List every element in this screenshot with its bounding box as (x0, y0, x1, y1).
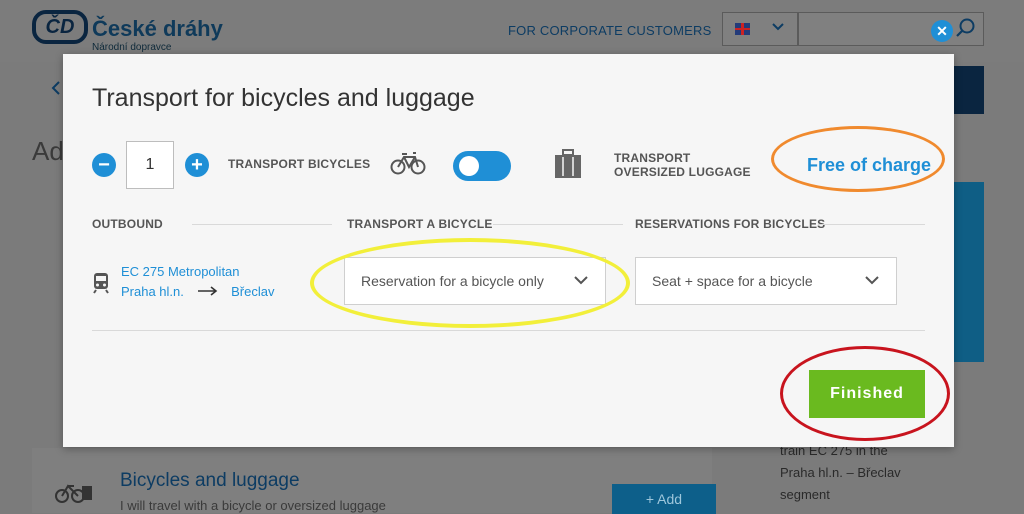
modal-title: Transport for bicycles and luggage (92, 84, 475, 112)
flag-uk-icon (735, 23, 750, 35)
card-title: Bicycles and luggage (120, 470, 300, 491)
side-info-line: Praha hl.n. – Břeclav (780, 465, 901, 480)
bicycle-quantity-input[interactable]: 1 (126, 141, 174, 189)
route-to: Břeclav (231, 284, 275, 299)
page-title: Ad (32, 136, 64, 166)
minus-icon[interactable]: − (92, 153, 116, 177)
transport-bicycles-label: TRANSPORT BICYCLES (228, 157, 371, 171)
brand-name: České dráhy (92, 16, 223, 41)
side-info-text: train EC 275 in the Praha hl.n. – Břecla… (738, 440, 978, 513)
logo-icon[interactable]: ČD (32, 10, 88, 44)
bicycle-luggage-icon (54, 478, 94, 511)
language-selector[interactable] (722, 12, 798, 46)
add-button[interactable]: + Add (612, 484, 716, 514)
luggage-icon (554, 149, 582, 184)
divider (92, 330, 925, 331)
route: Praha hl.n. Břeclav (121, 284, 274, 299)
brand-tagline: Národní dopravce (92, 42, 172, 53)
transport-bicycle-header: TRANSPORT A BICYCLE (347, 217, 493, 231)
train-icon (93, 272, 109, 299)
route-from: Praha hl.n. (121, 284, 184, 299)
reservation-select-value: Seat + space for a bicycle (652, 273, 813, 289)
annotation-orange-oval (771, 126, 945, 192)
chevron-down-icon (771, 20, 785, 38)
luggage-toggle[interactable] (453, 151, 511, 181)
corporate-customers-link[interactable]: FOR CORPORATE CUSTOMERS (508, 23, 711, 38)
divider (192, 224, 332, 225)
chevron-down-icon (864, 272, 880, 291)
card-subtitle: I will travel with a bicycle or oversize… (120, 498, 386, 513)
divider (493, 224, 623, 225)
reservation-select[interactable]: Seat + space for a bicycle (635, 257, 897, 305)
side-info-line: segment (780, 487, 830, 502)
bicycle-icon (390, 150, 426, 181)
bicycle-luggage-modal: Transport for bicycles and luggage − 1 +… (63, 54, 954, 447)
train-name[interactable]: EC 275 Metropolitan (121, 264, 240, 279)
toggle-knob (459, 156, 479, 176)
bicycles-luggage-card: Bicycles and luggage I will travel with … (32, 448, 716, 514)
close-icon[interactable]: ✕ (931, 20, 953, 42)
annotation-yellow-oval (310, 238, 630, 328)
arrow-right-icon (197, 284, 218, 299)
search-icon[interactable] (955, 17, 977, 44)
annotation-red-oval (780, 346, 950, 441)
plus-icon[interactable]: + (185, 153, 209, 177)
outbound-header: OUTBOUND (92, 217, 163, 231)
transport-luggage-label-line1: TRANSPORT (614, 151, 691, 165)
nav-bar-fragment (952, 66, 984, 114)
back-arrow-icon[interactable] (50, 80, 62, 101)
side-panel (952, 182, 984, 362)
transport-luggage-label-line2: OVERSIZED LUGGAGE (614, 165, 751, 179)
divider (818, 224, 925, 225)
transport-luggage-label: TRANSPORT OVERSIZED LUGGAGE (614, 151, 751, 179)
reservations-header: RESERVATIONS FOR BICYCLES (635, 217, 826, 231)
